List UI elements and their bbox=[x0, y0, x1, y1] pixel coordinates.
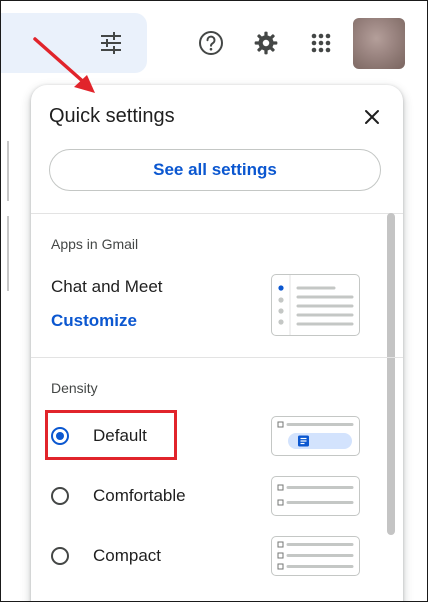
settings-button[interactable] bbox=[246, 23, 286, 63]
density-section-label: Density bbox=[51, 380, 98, 396]
divider bbox=[31, 213, 403, 214]
default-density-preview bbox=[271, 416, 360, 456]
account-avatar[interactable] bbox=[353, 18, 405, 69]
google-apps-button[interactable] bbox=[301, 23, 341, 63]
density-option-comfortable[interactable]: Comfortable bbox=[51, 476, 186, 516]
chat-meet-label: Chat and Meet bbox=[51, 277, 163, 296]
background-divider bbox=[7, 141, 9, 201]
density-option-compact[interactable]: Compact bbox=[51, 536, 161, 576]
radio-compact[interactable] bbox=[51, 547, 69, 565]
screenshot-frame: Quick settings See all settings Apps in … bbox=[0, 0, 428, 602]
customize-link[interactable]: Customize bbox=[51, 311, 137, 331]
close-icon bbox=[365, 110, 379, 124]
default-density-preview-icon bbox=[277, 421, 354, 449]
apps-grid-icon bbox=[311, 33, 331, 53]
background-divider bbox=[7, 216, 9, 291]
compact-density-preview-icon bbox=[277, 541, 354, 570]
comfortable-density-preview bbox=[271, 476, 360, 516]
settings-gear-icon bbox=[254, 31, 278, 55]
compact-density-preview bbox=[271, 536, 360, 576]
density-option-label: Comfortable bbox=[93, 486, 186, 505]
annotation-arrow-icon bbox=[33, 37, 95, 93]
see-all-settings-button[interactable]: See all settings bbox=[49, 149, 381, 191]
panel-title: Quick settings bbox=[49, 105, 175, 127]
scrollbar[interactable] bbox=[387, 213, 395, 535]
radio-comfortable[interactable] bbox=[51, 487, 69, 505]
annotation-highlight-box bbox=[45, 410, 177, 460]
comfortable-density-preview-icon bbox=[277, 484, 354, 506]
help-button[interactable] bbox=[191, 23, 231, 63]
chat-layout-preview-icon bbox=[278, 275, 354, 335]
divider bbox=[31, 357, 403, 358]
chat-meet-preview bbox=[271, 274, 360, 336]
tune-icon bbox=[101, 32, 121, 54]
help-icon bbox=[199, 31, 223, 55]
apps-section-label: Apps in Gmail bbox=[51, 236, 139, 252]
density-option-label: Compact bbox=[93, 546, 162, 565]
close-button[interactable] bbox=[357, 102, 387, 132]
quick-settings-panel: Quick settings See all settings Apps in … bbox=[31, 85, 403, 601]
